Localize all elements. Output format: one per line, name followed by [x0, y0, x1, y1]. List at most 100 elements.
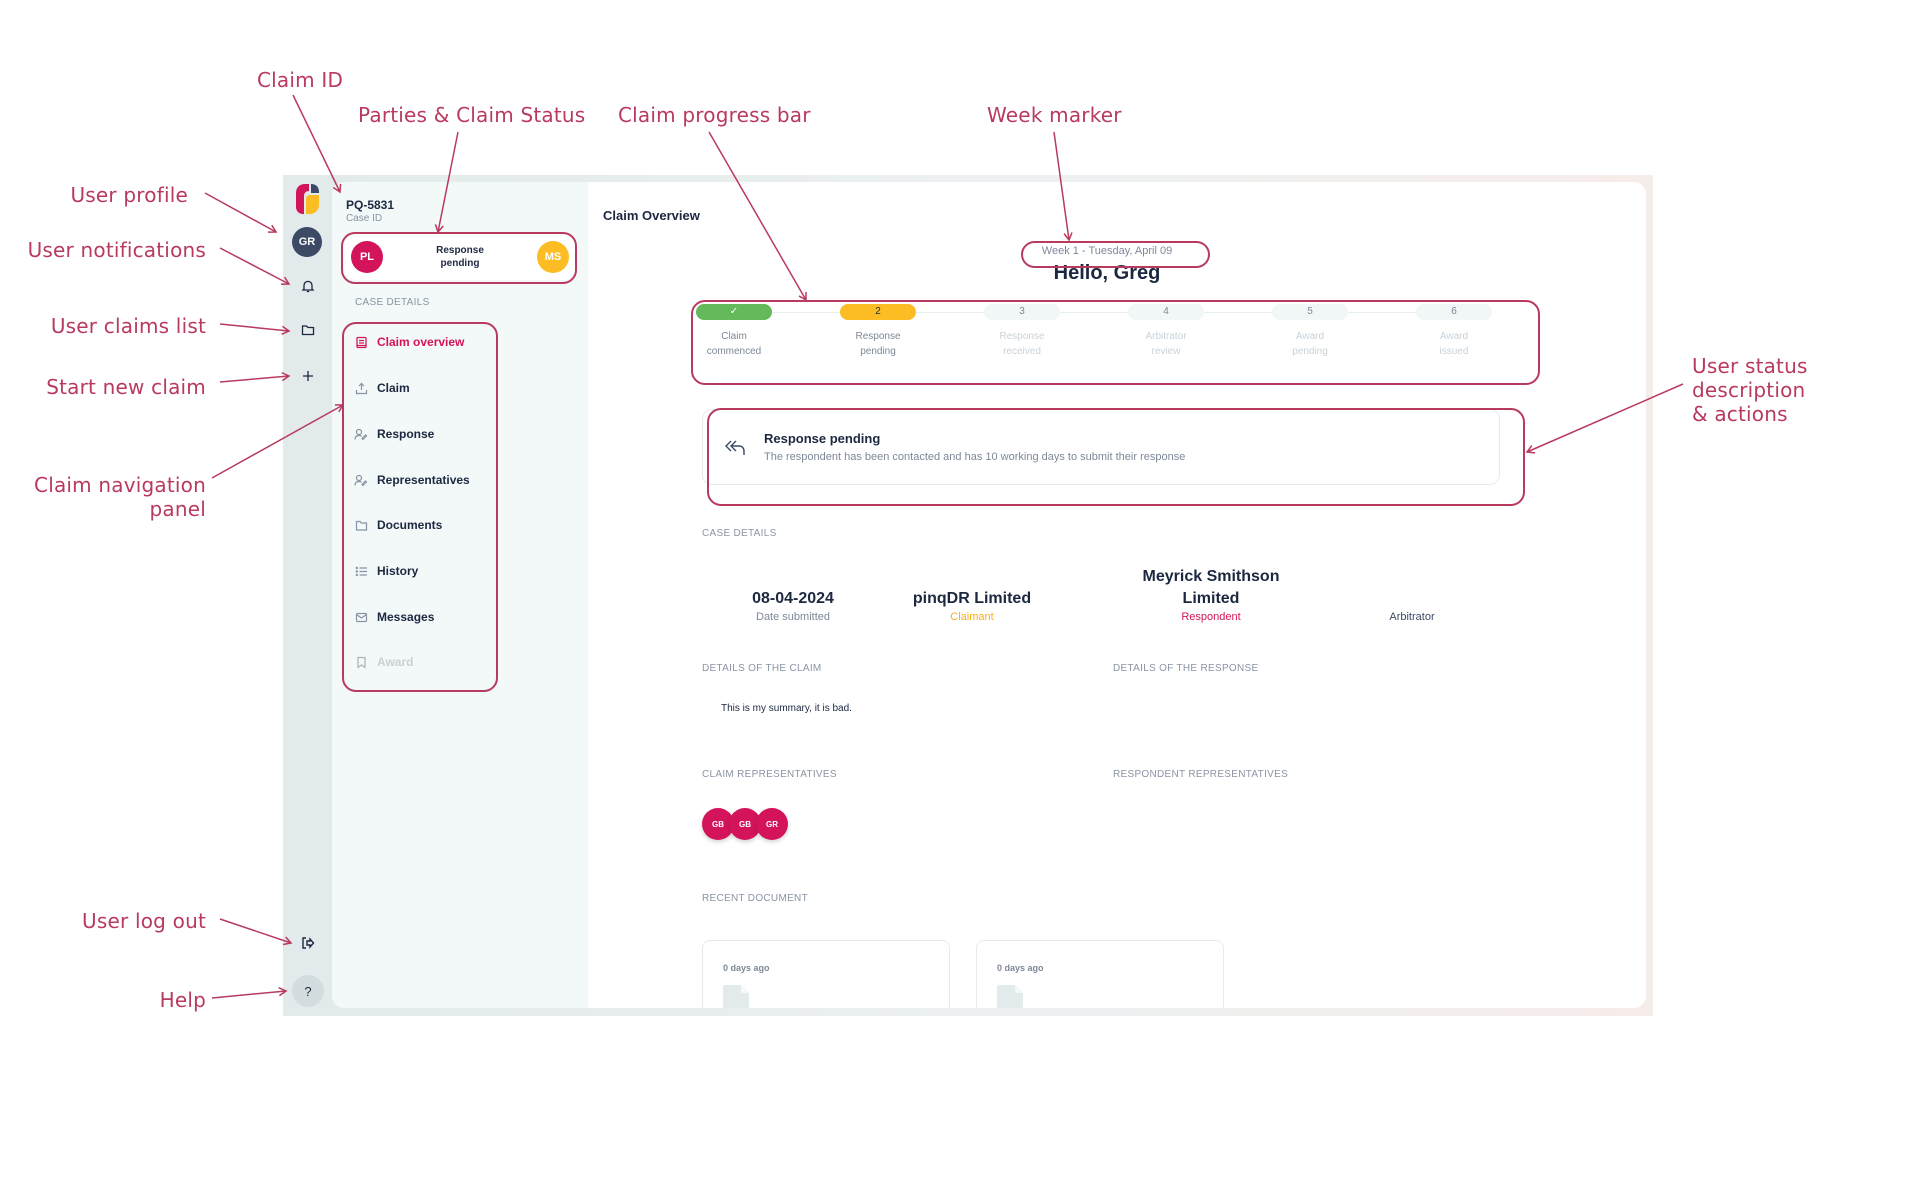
- details-response-heading: DETAILS OF THE RESPONSE: [1113, 663, 1259, 674]
- annotation-claim-nav-panel: Claim navigation panel: [10, 473, 206, 521]
- book-icon: [354, 335, 368, 349]
- rep-avatar[interactable]: GR: [756, 808, 788, 840]
- progress-step-6: 6 Award issued: [1416, 304, 1492, 359]
- case-details-label: CASE DETAILS: [355, 297, 430, 308]
- file-icon: [723, 985, 749, 1008]
- details-claim-heading: DETAILS OF THE CLAIM: [702, 663, 822, 674]
- details-claim-text: This is my summary, it is bad.: [721, 703, 852, 714]
- annotation-start-new-claim: Start new claim: [46, 375, 206, 399]
- claim-status: Response pending: [394, 244, 526, 270]
- nav-item-history[interactable]: History: [354, 559, 418, 583]
- nav-label: Claim overview: [377, 335, 465, 349]
- nav-label: Representatives: [377, 473, 470, 487]
- list-icon: [354, 564, 368, 578]
- nav-label: Documents: [377, 518, 443, 532]
- step-badge: ✓: [696, 304, 772, 320]
- help-icon: ?: [304, 983, 312, 999]
- bell-icon[interactable]: [295, 273, 321, 299]
- step-label: Award pending: [1292, 331, 1328, 357]
- annotation-user-claims-list: User claims list: [50, 314, 206, 338]
- fact-claimant: pinqDR Limited Claimant: [872, 588, 1072, 623]
- progress-step-5: 5 Award pending: [1272, 304, 1348, 359]
- app-logo[interactable]: [295, 183, 321, 215]
- annotation-line: User status: [1692, 354, 1808, 378]
- annotation-claim-id: Claim ID: [257, 68, 344, 92]
- annotation-user-notifications: User notifications: [27, 238, 206, 262]
- icon-rail: GR ?: [283, 175, 332, 1016]
- respondent-label: Respondent: [1181, 611, 1241, 623]
- step-badge: 4: [1128, 304, 1204, 320]
- page-title: Claim Overview: [603, 208, 700, 223]
- annotation-user-log-out: User log out: [82, 909, 206, 933]
- case-details-heading: CASE DETAILS: [702, 528, 777, 539]
- greeting: Hello, Greg: [1053, 262, 1161, 284]
- arrow-user-log-out: [219, 918, 293, 946]
- step-badge: 6: [1416, 304, 1492, 320]
- plus-icon[interactable]: [295, 363, 321, 389]
- case-id-label: Case ID: [346, 213, 383, 224]
- document-age: 0 days ago: [997, 963, 1044, 973]
- fact-date-submitted: 08-04-2024 Date submitted: [693, 588, 893, 623]
- parties-status-card[interactable]: PL Response pending MS: [344, 234, 576, 280]
- annotation-user-status: User status description & actions: [1692, 354, 1808, 426]
- step-label: Award issued: [1439, 331, 1469, 357]
- annotation-line: & actions: [1692, 402, 1788, 426]
- arrow-help: [211, 986, 288, 999]
- nav-item-award[interactable]: Award: [354, 650, 413, 674]
- recent-document-heading: RECENT DOCUMENT: [702, 893, 808, 904]
- upload-icon: [354, 381, 368, 395]
- document-card[interactable]: 0 days ago: [702, 940, 950, 1008]
- arrow-start-new-claim: [219, 371, 291, 383]
- respondent-avatar[interactable]: MS: [537, 241, 569, 273]
- folder-icon: [354, 518, 368, 532]
- progress-step-3: 3 Response received: [984, 304, 1060, 359]
- annotation-parties-status: Parties & Claim Status: [358, 103, 586, 127]
- annotation-progress-bar: Claim progress bar: [618, 103, 811, 127]
- respondent-value: Meyrick Smithson: [1142, 568, 1280, 585]
- date-submitted-label: Date submitted: [756, 611, 830, 623]
- arrow-user-notifications: [219, 247, 291, 286]
- respondent-value-cont: Limited: [1182, 590, 1240, 607]
- claim-status-line2: pending: [440, 258, 480, 269]
- step-badge: 5: [1272, 304, 1348, 320]
- annotation-help: Help: [159, 988, 206, 1012]
- document-card[interactable]: 0 days ago: [976, 940, 1224, 1008]
- arbitrator-label: Arbitrator: [1389, 611, 1435, 623]
- annotation-line: Claim navigation: [34, 473, 206, 497]
- annotation-line: panel: [149, 497, 206, 521]
- user-status-card[interactable]: Response pending The respondent has been…: [702, 409, 1500, 485]
- document-age: 0 days ago: [723, 963, 770, 973]
- annotation-week-marker: Week marker: [987, 103, 1122, 127]
- claim-reps-avatars: GB GB GR: [702, 808, 802, 842]
- nav-item-representatives[interactable]: Representatives: [354, 468, 470, 492]
- nav-item-messages[interactable]: Messages: [354, 605, 434, 629]
- step-badge: 2: [840, 304, 916, 320]
- logout-icon[interactable]: [295, 930, 321, 956]
- nav-item-documents[interactable]: Documents: [354, 513, 442, 537]
- annotation-user-profile: User profile: [70, 183, 188, 207]
- claimant-avatar[interactable]: PL: [351, 241, 383, 273]
- mail-icon: [354, 610, 368, 624]
- bookmark-icon: [354, 655, 368, 669]
- claim-side-panel: PQ-5831 Case ID PL Response pending MS C…: [332, 182, 588, 1008]
- progress-step-2: 2 Response pending: [840, 304, 916, 359]
- step-badge: 3: [984, 304, 1060, 320]
- reply-all-icon: [723, 438, 747, 463]
- app-window: GR ? PQ-5831 Case ID PL Response pending…: [283, 175, 1653, 1016]
- nav-label: Response: [377, 427, 435, 441]
- case-id: PQ-5831: [346, 198, 395, 212]
- nav-item-claim-overview[interactable]: Claim overview: [354, 330, 464, 354]
- date-submitted-value: 08-04-2024: [752, 590, 834, 607]
- main-content: Claim Overview Week 1 - Tuesday, April 0…: [588, 182, 1646, 1008]
- annotation-line: description: [1692, 378, 1806, 402]
- folder-icon[interactable]: [295, 317, 321, 343]
- user-avatar[interactable]: GR: [292, 227, 322, 257]
- user-edit-icon: [354, 427, 368, 441]
- help-button[interactable]: ?: [292, 975, 324, 1007]
- nav-item-claim[interactable]: Claim: [354, 376, 410, 400]
- nav-label: Claim: [377, 381, 410, 395]
- step-label: Claim commenced: [706, 331, 762, 357]
- nav-item-response[interactable]: Response: [354, 422, 434, 446]
- step-label: Response pending: [855, 331, 901, 357]
- fact-respondent: Meyrick Smithson Limited Respondent: [1111, 566, 1311, 623]
